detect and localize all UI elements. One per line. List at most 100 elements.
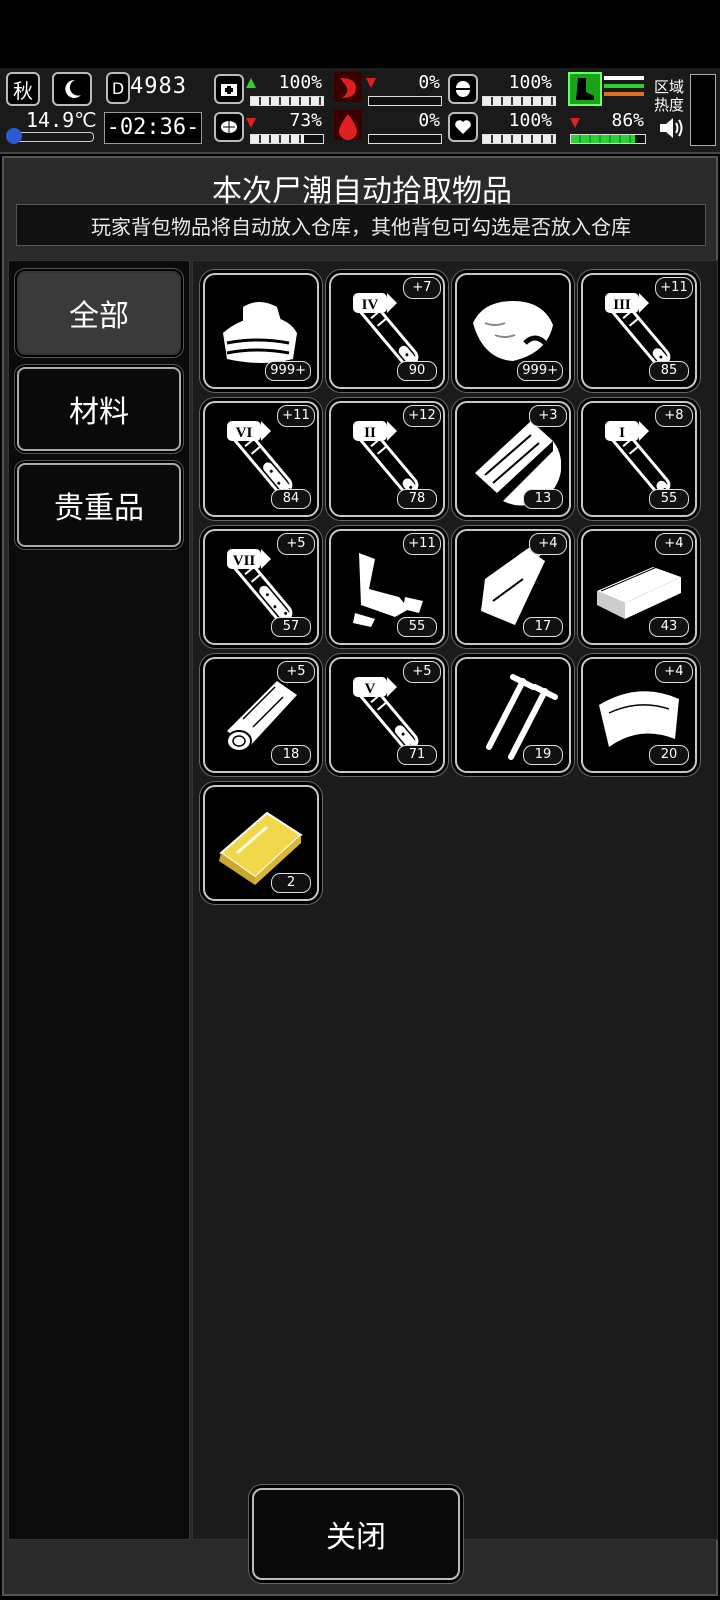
item-count: 55 [397,617,437,637]
upgrade-badge: +3 [529,405,567,427]
blood-value: 0% [418,110,440,131]
svg-text:IV: IV [362,297,379,313]
item-count: 90 [397,361,437,381]
item-slot[interactable]: +4 17 [455,529,571,645]
season-badge: 秋 [6,72,40,106]
auto-pickup-panel: 本次尸潮自动拾取物品 玩家背包物品将自动放入仓库，其他背包可勾选是否放入仓库 全… [2,156,718,1596]
upgrade-badge: +7 [403,277,441,299]
item-slot[interactable]: 999+ [203,273,319,389]
item-count: 2 [271,873,311,893]
item-slot[interactable]: +4 43 [581,529,697,645]
thermometer-icon [6,128,22,144]
brain-icon [214,112,244,142]
speaker-icon[interactable] [658,116,684,140]
brain-value: 73% [289,110,322,131]
item-slot[interactable]: +3 13 [455,401,571,517]
stamina-value: 100% [508,72,552,93]
item-slot[interactable]: I +8 55 [581,401,697,517]
item-slot[interactable]: +11 55 [329,529,445,645]
status-line [604,92,644,96]
moon-icon [52,72,92,106]
stomach-icon [334,72,362,102]
upgrade-badge: +11 [277,405,315,427]
stamina-fill [483,97,555,105]
item-count: 20 [649,745,689,765]
item-count: 18 [271,745,311,765]
item-count: 71 [397,745,437,765]
energy-fill [571,135,635,143]
item-slot[interactable]: 19 [455,657,571,773]
svg-text:V: V [365,681,376,697]
tab-materials[interactable]: 材料 [17,367,181,451]
item-slot[interactable]: III +11 85 [581,273,697,389]
heart-icon [448,112,478,142]
item-slot[interactable]: IV +7 90 [329,273,445,389]
energy-value: 86% [611,110,644,131]
stomach-bar [368,96,442,106]
upgrade-badge: +8 [655,405,693,427]
upgrade-badge: +4 [529,533,567,555]
status-line [604,76,644,80]
item-count: 17 [523,617,563,637]
item-slot[interactable]: +4 20 [581,657,697,773]
item-count: 999+ [265,361,311,381]
clock-text: -02:36- [104,112,202,144]
status-line [604,84,644,88]
item-slot[interactable]: VII +5 57 [203,529,319,645]
mood-fill [483,135,555,143]
item-slot[interactable]: 2 [203,785,319,901]
blood-bar [368,134,442,144]
item-count: 19 [523,745,563,765]
day-counter: 4983 [130,74,187,99]
status-bar [0,0,720,68]
panel-subtitle: 玩家背包物品将自动放入仓库，其他背包可勾选是否放入仓库 [16,204,706,246]
energy-bar [570,134,646,144]
item-count: 84 [271,489,311,509]
trend-down-icon [366,78,376,88]
trend-up-icon [246,78,256,88]
health-bar [250,96,324,106]
item-slot[interactable]: V +5 71 [329,657,445,773]
upgrade-badge: +4 [655,661,693,683]
stamina-icon [448,74,478,104]
item-slot[interactable]: +5 18 [203,657,319,773]
heat-gauge [690,74,716,146]
stamina-bar [482,96,556,106]
item-slot[interactable]: II +12 78 [329,401,445,517]
blood-icon [334,110,362,140]
mood-value: 100% [508,110,552,131]
season-label: 秋 [13,78,33,103]
upgrade-badge: +11 [403,533,441,555]
item-count: 999+ [517,361,563,381]
item-slot[interactable]: 999+ [455,273,571,389]
item-count: 43 [649,617,689,637]
upgrade-badge: +5 [277,661,315,683]
item-count: 85 [649,361,689,381]
temperature-text: 14.9℃ [26,108,97,132]
health-value: 100% [278,72,322,93]
category-sidebar: 全部 材料 贵重品 [8,260,190,1540]
hud-bar: 秋 14.9℃ D 4983 -02:36- 100% 73% 0% 0% 10… [0,68,720,154]
tab-all[interactable]: 全部 [17,271,181,355]
svg-text:II: II [364,425,376,441]
item-slot[interactable]: VI +11 84 [203,401,319,517]
item-count: 55 [649,489,689,509]
close-button[interactable]: 关闭 [252,1488,460,1580]
tab-valuables[interactable]: 贵重品 [17,463,181,547]
svg-text:VI: VI [236,425,253,441]
boot-icon [568,72,602,106]
item-grid: 999+ IV +7 90 999+ III +11 85 VI +11 84 … [192,260,718,1540]
brain-bar [250,134,324,144]
svg-text:III: III [613,297,631,313]
item-count: 57 [271,617,311,637]
item-count: 13 [523,489,563,509]
medkit-icon [214,74,244,104]
mood-bar [482,134,556,144]
stomach-value: 0% [418,72,440,93]
upgrade-badge: +5 [277,533,315,555]
item-count: 78 [397,489,437,509]
upgrade-badge: +11 [655,277,693,299]
health-fill [251,97,323,105]
brain-fill [251,135,304,143]
svg-text:I: I [619,425,625,441]
